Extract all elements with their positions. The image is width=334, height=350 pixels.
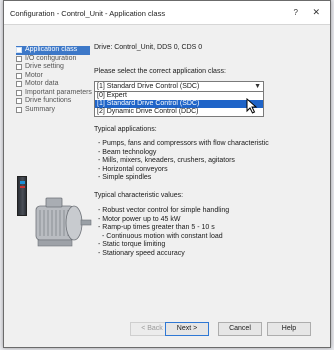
help-icon[interactable]: ? [294, 8, 298, 17]
option-standard-drive-control[interactable]: [1] Standard Drive Control (SDC) [95, 100, 263, 108]
checkbox-icon [16, 55, 22, 62]
chevron-down-icon[interactable]: ▼ [254, 83, 261, 90]
characteristic-item: - Motor power up to 45 kW [98, 215, 181, 223]
checkbox-icon [16, 89, 22, 96]
application-item: - Simple spindles [98, 174, 152, 181]
characteristic-item: - Ramp-up times greater than 5 - 10 s [98, 224, 215, 231]
application-item: - Beam technology [98, 148, 157, 156]
checkbox-icon [16, 98, 22, 104]
checkbox-icon [16, 106, 22, 113]
nav-item-label: Motor [25, 71, 43, 79]
wizard-step-list: Application class I/O configuration Driv… [16, 46, 92, 115]
cancel-button[interactable]: Cancel [218, 322, 262, 336]
nav-item-label: Application class [25, 46, 78, 53]
nav-item-label: Drive functions [25, 97, 72, 104]
checkbox-icon [16, 72, 22, 79]
option-dynamic-drive-control[interactable]: [2] Dynamic Drive Control (DDC) [95, 108, 263, 116]
nav-item-drive-setting[interactable]: Drive setting [16, 63, 90, 72]
nav-item-motor[interactable]: Motor [16, 72, 90, 81]
option-expert[interactable]: [0] Expert [95, 92, 263, 100]
select-prompt: Please select the correct application cl… [94, 68, 226, 75]
nav-item-io-configuration[interactable]: I/O configuration [16, 55, 90, 64]
drive-header: Drive: Control_Unit, DDS 0, CDS 0 [94, 44, 203, 51]
nav-item-label: Summary [25, 105, 55, 113]
close-icon[interactable]: ✕ [312, 7, 320, 18]
characteristic-item: - Stationary speed accuracy [98, 249, 185, 257]
checkbox-icon [16, 47, 22, 53]
nav-item-label: Drive setting [25, 63, 64, 70]
motor-image [35, 197, 92, 247]
nav-item-important-parameters[interactable]: Important parameters [16, 88, 92, 98]
mouse-cursor-icon [246, 98, 258, 114]
application-item: - Mills, mixers, kneaders, crushers, agi… [98, 157, 235, 164]
characteristics-title: Typical characteristic values: [94, 192, 184, 199]
checkbox-icon [16, 81, 22, 87]
title-bar: Configuration - Control_Unit - Applicati… [4, 1, 330, 25]
characteristic-item: - Static torque limiting [98, 241, 166, 248]
application-item: - Horizontal conveyors [98, 165, 168, 173]
applications-title: Typical applications: [94, 126, 157, 133]
window-title: Configuration - Control_Unit - Applicati… [10, 9, 166, 18]
characteristic-item: - Robust vector control for simple handl… [98, 207, 230, 214]
nav-item-motor-data[interactable]: Motor data [16, 80, 90, 89]
nav-item-summary[interactable]: Summary [16, 106, 90, 115]
characteristic-item: - Continuous motion with constant load [102, 232, 223, 240]
nav-item-label: Motor data [25, 80, 59, 87]
checkbox-icon [16, 64, 22, 70]
nav-item-label: I/O configuration [25, 54, 77, 62]
application-class-dropdown: [0] Expert [1] Standard Drive Control (S… [94, 91, 264, 117]
help-button[interactable]: Help [267, 322, 311, 336]
next-button[interactable]: Next > [165, 322, 209, 336]
nav-item-application-class[interactable]: Application class [16, 46, 90, 55]
select-value: [1] Standard Drive Control (SDC) [97, 83, 200, 90]
nav-item-label: Important parameters [25, 88, 92, 96]
converter-image [17, 176, 27, 216]
nav-item-drive-functions[interactable]: Drive functions [16, 97, 90, 106]
application-item: - Pumps, fans and compressors with flow … [98, 140, 269, 147]
